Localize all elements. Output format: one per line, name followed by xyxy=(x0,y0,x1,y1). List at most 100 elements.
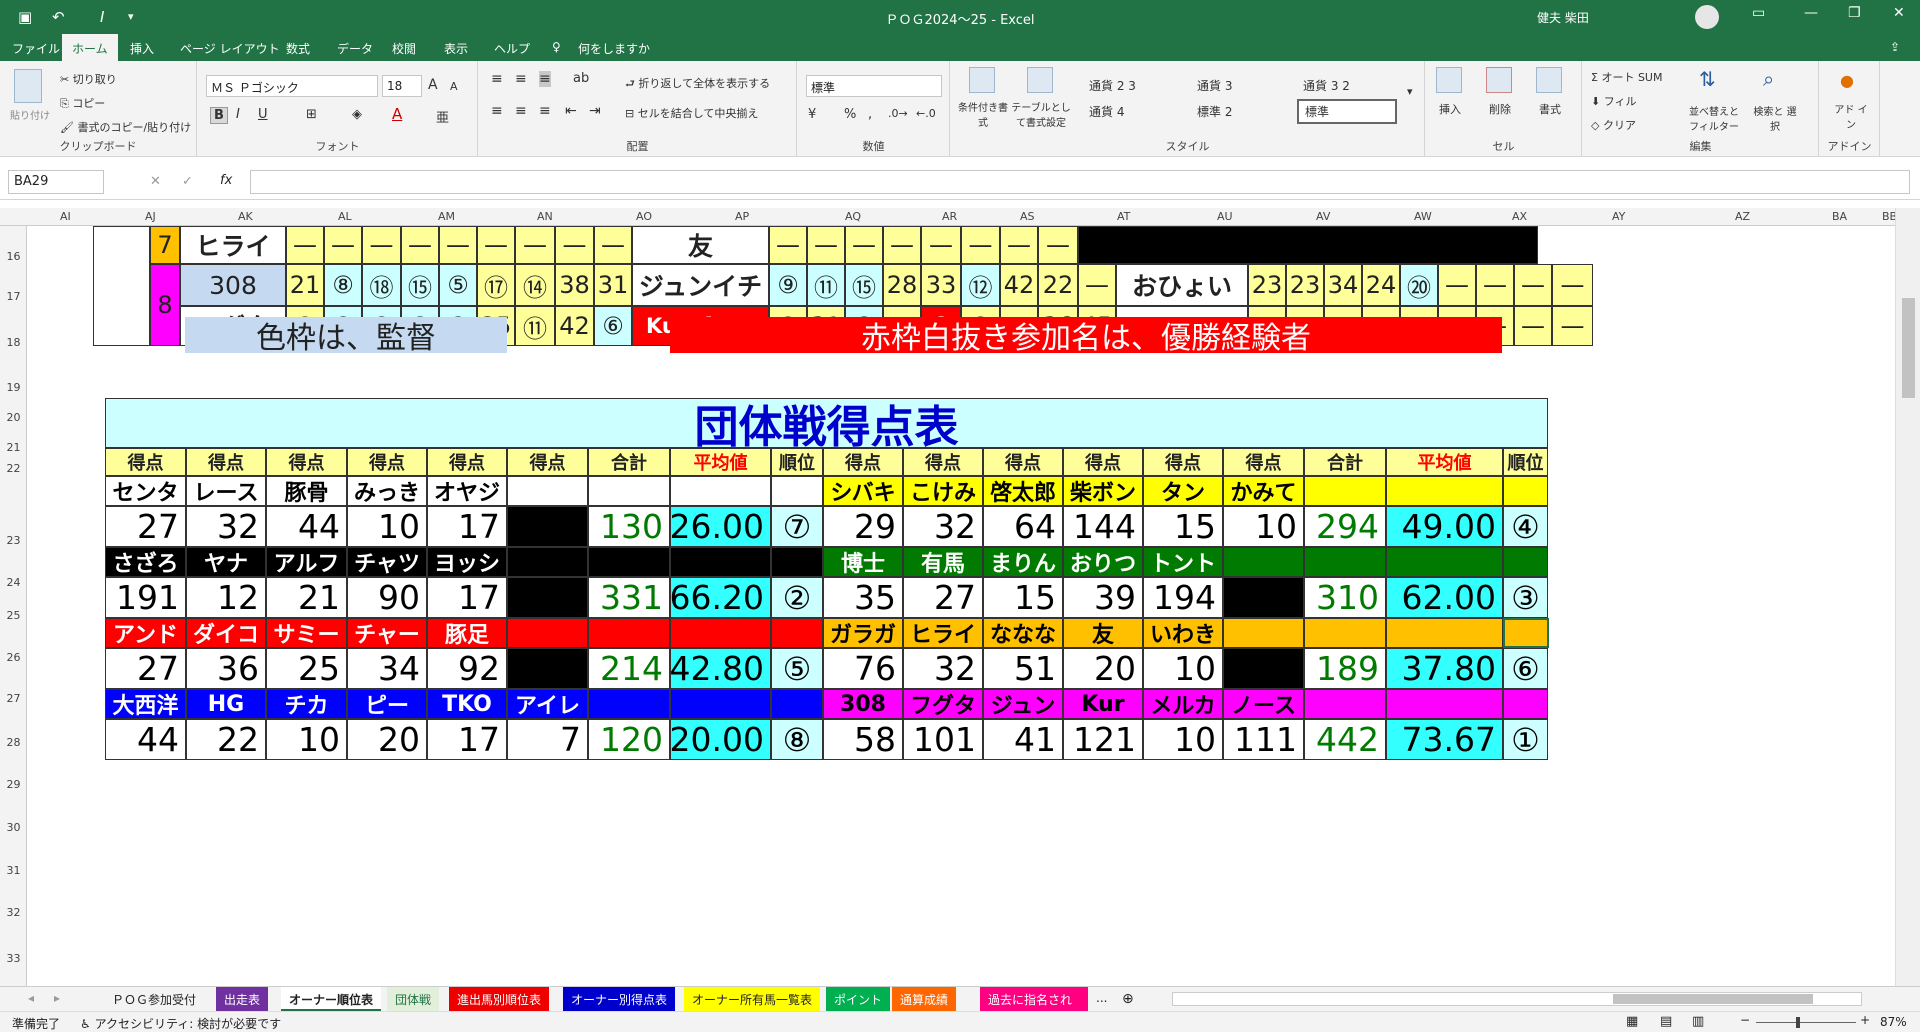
owner-name[interactable]: ジュンイチ xyxy=(632,264,769,306)
member-score[interactable]: 44 xyxy=(105,719,186,760)
tab-help[interactable]: ヘルプ xyxy=(494,40,530,57)
phonetic-icon[interactable]: 亜 xyxy=(436,107,449,126)
user-name[interactable]: 健夫 柴田 xyxy=(1537,9,1589,26)
paste-button[interactable]: 貼り付け xyxy=(10,107,50,122)
column-header[interactable]: AX xyxy=(1512,210,1527,223)
member-score[interactable] xyxy=(507,648,588,689)
blank-cell[interactable] xyxy=(93,226,150,346)
addin-icon[interactable]: ● xyxy=(1840,71,1854,90)
blacked-cell[interactable] xyxy=(1078,226,1538,264)
row-header[interactable]: 31 xyxy=(0,864,27,877)
member-score[interactable]: 191 xyxy=(105,577,186,618)
percent-button[interactable]: % xyxy=(844,107,856,122)
add-sheet-icon[interactable]: ⊕ xyxy=(1114,987,1142,1011)
member-score[interactable] xyxy=(507,577,588,618)
tab-formulas[interactable]: 数式 xyxy=(286,40,310,57)
italic-button[interactable]: I xyxy=(236,107,240,122)
member-score[interactable]: 10 xyxy=(1143,648,1223,689)
score-cell[interactable]: — xyxy=(286,226,324,264)
row-header[interactable]: 20 xyxy=(0,411,27,424)
restore-icon[interactable]: ❐ xyxy=(1848,5,1861,21)
member-score[interactable]: 51 xyxy=(983,648,1063,689)
score-cell[interactable]: — xyxy=(555,226,594,264)
tab-data[interactable]: データ xyxy=(337,40,373,57)
number-format-select[interactable]: 標準 xyxy=(806,75,942,97)
column-header[interactable]: AM xyxy=(438,210,455,223)
style-more-icon[interactable]: ▾ xyxy=(1407,85,1413,98)
member-score[interactable]: 64 xyxy=(983,506,1063,547)
minimize-icon[interactable]: — xyxy=(1804,5,1818,21)
accessibility-status[interactable]: ♿ アクセシビリティ: 検討が必要です xyxy=(80,1015,281,1032)
owner-name[interactable]: ヒライ xyxy=(180,226,286,264)
member-score[interactable]: 35 xyxy=(823,577,903,618)
team-total[interactable]: 189 xyxy=(1304,648,1386,689)
score-cell[interactable]: ⑪ xyxy=(515,306,555,346)
score-cell[interactable]: ⑨ xyxy=(769,264,807,306)
team-total[interactable]: 214 xyxy=(588,648,670,689)
close-icon[interactable]: ✕ xyxy=(1893,5,1905,21)
member-name[interactable] xyxy=(507,547,588,577)
member-name[interactable]: サミー xyxy=(266,618,347,648)
format-table-button[interactable]: テーブルとして書式設定 xyxy=(1011,99,1071,129)
member-name[interactable]: いわき xyxy=(1143,618,1223,648)
align-left-icon[interactable]: ≡ xyxy=(491,103,503,119)
blank-cell[interactable] xyxy=(1304,476,1386,506)
find-select-button[interactable]: 検索と 選択 xyxy=(1751,103,1799,133)
member-name[interactable]: オヤジ xyxy=(427,476,507,506)
column-header-cell[interactable]: 合計 xyxy=(1304,448,1386,476)
team-rank[interactable]: ⑥ xyxy=(1503,648,1548,689)
team-average[interactable]: 42.80 xyxy=(670,648,771,689)
blank-cell[interactable] xyxy=(588,547,670,577)
delete-cells-button[interactable]: 削除 xyxy=(1489,101,1511,117)
underline-button[interactable]: U xyxy=(258,107,268,122)
member-name[interactable]: みっき xyxy=(347,476,427,506)
score-cell[interactable]: — xyxy=(1552,306,1593,346)
blank-cell[interactable] xyxy=(670,689,771,719)
score-cell[interactable]: 23 xyxy=(1248,264,1286,306)
member-name[interactable]: かみて xyxy=(1223,476,1304,506)
member-name[interactable]: さざろ xyxy=(105,547,186,577)
member-name[interactable]: チカ xyxy=(266,689,347,719)
row-header[interactable]: 17 xyxy=(0,290,27,303)
decrease-decimal-icon[interactable]: ←.0 xyxy=(916,107,936,120)
row-header[interactable]: 29 xyxy=(0,778,27,791)
align-middle-icon[interactable]: ≡ xyxy=(515,71,527,87)
team-average[interactable]: 73.67 xyxy=(1386,719,1503,760)
tab-more[interactable]: ... xyxy=(1088,987,1115,1011)
score-cell[interactable]: — xyxy=(1476,264,1514,306)
format-cells-icon[interactable] xyxy=(1536,67,1562,93)
ribbon-display-icon[interactable]: ▭ xyxy=(1752,5,1765,21)
blank-cell[interactable] xyxy=(1304,689,1386,719)
scroll-thumb[interactable] xyxy=(1902,298,1915,398)
member-name[interactable]: ピー xyxy=(347,689,427,719)
score-cell[interactable]: — xyxy=(845,226,883,264)
score-cell[interactable]: 28 xyxy=(883,264,921,306)
column-header-cell[interactable]: 得点 xyxy=(903,448,983,476)
clear-button[interactable]: ◇ クリア xyxy=(1591,117,1636,133)
member-name[interactable]: トント xyxy=(1143,547,1223,577)
member-score[interactable]: 20 xyxy=(347,719,427,760)
team-number[interactable]: 8 xyxy=(150,264,180,346)
format-painter-button[interactable]: 🖌 書式のコピー/貼り付け xyxy=(60,119,191,135)
grow-font-icon[interactable]: A xyxy=(428,77,438,93)
member-score[interactable]: 92 xyxy=(427,648,507,689)
shrink-font-icon[interactable]: A xyxy=(450,80,458,93)
tab-sheet-owner-horses[interactable]: オーナー所有馬一覧表 xyxy=(684,987,821,1011)
column-header-cell[interactable]: 得点 xyxy=(105,448,186,476)
column-header-cell[interactable]: 順位 xyxy=(1503,448,1548,476)
score-cell[interactable]: ⑪ xyxy=(807,264,845,306)
zoom-out-icon[interactable]: − xyxy=(1740,1013,1750,1027)
score-cell[interactable]: 21 xyxy=(286,264,324,306)
member-name[interactable]: こけみ xyxy=(903,476,983,506)
row-header[interactable]: 25 xyxy=(0,609,27,622)
score-cell[interactable]: ⑰ xyxy=(477,264,515,306)
blank-cell[interactable] xyxy=(771,618,823,648)
column-header[interactable]: AL xyxy=(338,210,352,223)
member-score[interactable] xyxy=(1223,648,1304,689)
row-header[interactable]: 19 xyxy=(0,381,27,394)
member-name[interactable]: レース xyxy=(186,476,266,506)
team-total[interactable]: 310 xyxy=(1304,577,1386,618)
member-name[interactable]: 308 xyxy=(823,689,903,719)
member-score[interactable]: 44 xyxy=(266,506,347,547)
tab-sheet-owner-score[interactable]: オーナー別得点表 xyxy=(563,987,676,1011)
